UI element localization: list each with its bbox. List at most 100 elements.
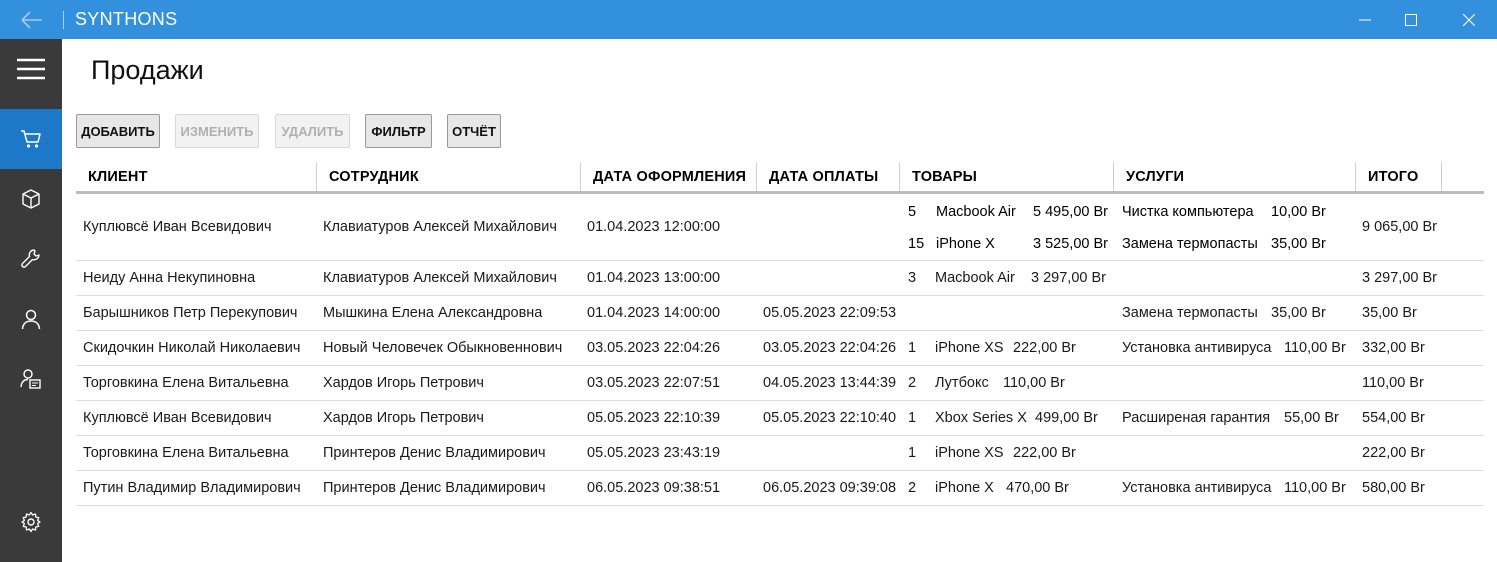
table-row[interactable]: Торговкина Елена Витальевна Хардов Игорь…	[76, 366, 1484, 401]
goods-name: iPhone XS	[935, 340, 1004, 356]
edit-button[interactable]: ИЗМЕНИТЬ	[175, 114, 259, 148]
cell-client: Торговкина Елена Витальевна	[83, 445, 289, 461]
service-name: Замена термопасты	[1122, 305, 1258, 321]
cell-total: 580,00 Br	[1362, 480, 1425, 496]
goods-price: 222,00 Br	[1013, 445, 1076, 461]
goods-price: 5 495,00 Br	[1033, 204, 1108, 220]
goods-qty: 2	[908, 375, 917, 391]
sidebar-item-sales[interactable]	[0, 109, 62, 169]
cell-total: 110,00 Br	[1362, 375, 1424, 391]
minimize-button[interactable]	[1342, 0, 1388, 39]
goods-price: 499,00 Br	[1035, 410, 1098, 426]
sidebar-item-settings[interactable]	[0, 492, 62, 552]
cell-employee: Новый Человечек Обыкновеннович	[323, 340, 563, 356]
cell-client: Куплювсё Иван Всевидович	[83, 219, 272, 235]
goods-qty: 3	[908, 270, 917, 286]
goods-qty: 1	[908, 410, 917, 426]
cell-created: 03.05.2023 22:04:26	[587, 340, 721, 356]
app-title: SYNTHONS	[75, 9, 178, 29]
goods-qty: 5	[908, 204, 917, 220]
cell-employee: Клавиатуров Алексей Михайлович	[323, 219, 557, 235]
service-name: Расширеная гарантия	[1122, 410, 1271, 426]
service-price: 10,00 Br	[1271, 204, 1326, 220]
filter-button[interactable]: ФИЛЬТР	[365, 114, 432, 148]
column-header-client[interactable]: КЛИЕНТ	[76, 162, 317, 191]
cell-total: 332,00 Br	[1362, 340, 1425, 356]
column-header-total[interactable]: ИТОГО	[1356, 162, 1442, 191]
back-arrow-icon[interactable]	[18, 8, 46, 32]
sidebar-item-services[interactable]	[0, 229, 62, 289]
table-row[interactable]: Барышников Петр Перекупович Мышкина Елен…	[76, 296, 1484, 331]
service-price: 55,00 Br	[1284, 410, 1339, 426]
table-row[interactable]: Неиду Анна Некупиновна Клавиатуров Алекс…	[76, 261, 1484, 296]
goods-qty: 1	[908, 445, 917, 461]
cell-created: 06.05.2023 09:38:51	[587, 480, 721, 496]
close-icon	[1463, 13, 1475, 26]
wrench-icon	[21, 249, 40, 268]
service-name: Установка антивируса	[1122, 340, 1272, 356]
column-header-created[interactable]: ДАТА ОФОРМЛЕНИЯ	[581, 162, 757, 191]
service-price: 35,00 Br	[1271, 305, 1326, 321]
title-separator	[63, 11, 64, 29]
cell-paid: 03.05.2023 22:04:26	[763, 340, 897, 356]
cell-client: Неиду Анна Некупиновна	[83, 270, 256, 286]
hamburger-menu-button[interactable]	[0, 39, 62, 99]
add-button[interactable]: ДОБАВИТЬ	[76, 114, 160, 148]
hamburger-menu-icon	[17, 58, 45, 80]
table-row[interactable]: Скидочкин Николай Николаевич Новый Челов…	[76, 331, 1484, 366]
gear-icon	[21, 511, 41, 533]
cell-paid: 05.05.2023 22:10:40	[763, 410, 897, 426]
cell-created: 01.04.2023 14:00:00	[587, 305, 721, 321]
cell-created: 05.05.2023 22:10:39	[587, 410, 721, 426]
column-header-paid[interactable]: ДАТА ОПЛАТЫ	[757, 162, 900, 191]
sidebar	[0, 39, 62, 562]
column-header-employee[interactable]: СОТРУДНИК	[317, 162, 581, 191]
report-button[interactable]: ОТЧЁТ	[447, 114, 501, 148]
user-badge-icon	[20, 369, 41, 389]
cell-created: 01.04.2023 12:00:00	[587, 219, 721, 235]
cell-total: 35,00 Br	[1362, 305, 1417, 321]
column-header-goods[interactable]: ТОВАРЫ	[900, 162, 1114, 191]
cell-employee: Принтеров Денис Владимирович	[323, 445, 546, 461]
sidebar-item-products[interactable]	[0, 169, 62, 229]
goods-qty: 1	[908, 340, 917, 356]
table-row[interactable]: Путин Владимир Владимирович Принтеров Де…	[76, 471, 1484, 506]
goods-price: 222,00 Br	[1013, 340, 1076, 356]
cell-client: Скидочкин Николай Николаевич	[83, 340, 301, 356]
delete-button[interactable]: УДАЛИТЬ	[275, 114, 350, 148]
column-header-services[interactable]: УСЛУГИ	[1114, 162, 1356, 191]
service-name: Замена термопасты	[1122, 236, 1258, 252]
goods-name: iPhone X	[936, 236, 995, 252]
goods-qty: 15	[908, 236, 925, 252]
cell-employee: Мышкина Елена Александровна	[323, 305, 543, 321]
goods-name: Macbook Air	[935, 270, 1015, 286]
service-name: Установка антивируса	[1122, 480, 1272, 496]
table-row[interactable]: Куплювсё Иван Всевидович Клавиатуров Але…	[76, 194, 1484, 261]
close-button[interactable]	[1446, 0, 1492, 39]
goods-name: iPhone XS	[935, 445, 1004, 461]
table-row[interactable]: Куплювсё Иван Всевидович Хардов Игорь Пе…	[76, 401, 1484, 436]
box-icon	[22, 189, 40, 209]
maximize-button[interactable]	[1388, 0, 1434, 39]
service-price: 110,00 Br	[1284, 340, 1346, 356]
cell-paid: 05.05.2023 22:09:53	[763, 305, 897, 321]
title-bar: SYNTHONS	[0, 0, 1497, 39]
goods-qty: 2	[908, 480, 917, 496]
cart-icon	[21, 130, 41, 148]
goods-name: iPhone X	[935, 480, 994, 496]
service-price: 110,00 Br	[1284, 480, 1346, 496]
cell-employee: Клавиатуров Алексей Михайлович	[323, 270, 557, 286]
goods-price: 3 297,00 Br	[1031, 270, 1106, 286]
cell-paid: 06.05.2023 09:39:08	[763, 480, 897, 496]
cell-created: 03.05.2023 22:07:51	[587, 375, 721, 391]
cell-created: 01.04.2023 13:00:00	[587, 270, 721, 286]
sidebar-item-clients[interactable]	[0, 289, 62, 349]
cell-total: 554,00 Br	[1362, 410, 1425, 426]
table-row[interactable]: Торговкина Елена Витальевна Принтеров Де…	[76, 436, 1484, 471]
cell-created: 05.05.2023 23:43:19	[587, 445, 721, 461]
goods-price: 110,00 Br	[1003, 375, 1065, 391]
sidebar-item-employees[interactable]	[0, 349, 62, 409]
goods-price: 470,00 Br	[1006, 480, 1069, 496]
cell-paid: 04.05.2023 13:44:39	[763, 375, 897, 391]
service-price: 35,00 Br	[1271, 236, 1326, 252]
